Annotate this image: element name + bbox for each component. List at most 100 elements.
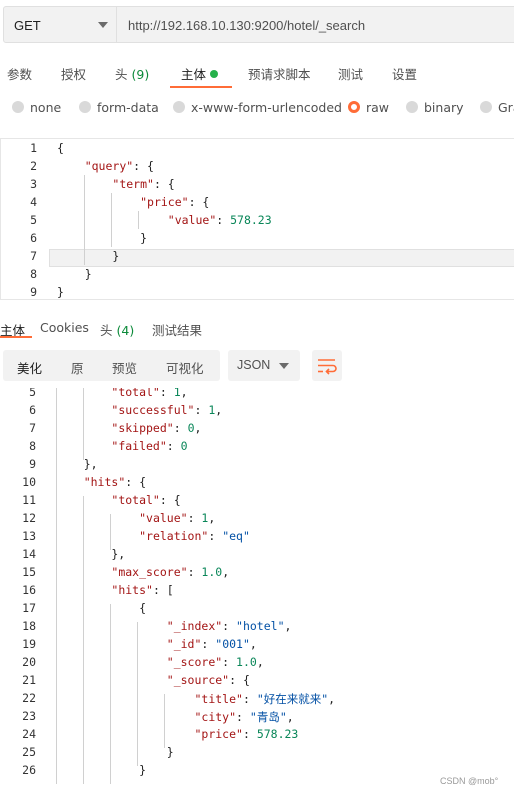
radio-graphql[interactable]: Gra (480, 100, 514, 115)
code-line: 7 } (1, 249, 514, 267)
code-line: 11 "total": { (0, 493, 514, 511)
tab-headers[interactable]: 头 (9) (115, 64, 149, 83)
line-number: 5 (30, 213, 37, 227)
line-number: 1 (30, 141, 37, 155)
code-line: 9 }, (0, 457, 514, 475)
tab-auth[interactable]: 授权 (61, 64, 86, 83)
tab-pre-request-script[interactable]: 预请求脚本 (248, 64, 311, 83)
radio-raw[interactable]: raw (348, 100, 389, 115)
view-visualize-button[interactable]: 可视化 (166, 358, 204, 377)
code-line: 16 "hits": [ (0, 583, 514, 601)
method-select[interactable]: GET (3, 6, 117, 43)
line-number: 22 (22, 691, 36, 705)
line-number: 19 (22, 637, 36, 651)
watermark: CSDN @mob° (440, 776, 499, 786)
code-line: 24 "price": 578.23 (0, 727, 514, 745)
chevron-down-icon (279, 363, 289, 369)
tab-settings[interactable]: 设置 (392, 64, 417, 83)
code-line: 13 "relation": "eq" (0, 529, 514, 547)
radio-off-icon (12, 101, 24, 113)
line-number: 8 (29, 439, 36, 453)
line-number: 20 (22, 655, 36, 669)
view-raw-button[interactable]: 原 (71, 358, 84, 377)
response-tabs: 主体 Cookies 头 (4) 测试结果 (0, 314, 514, 344)
line-code: "hits": { (83, 475, 147, 489)
line-code: }, (56, 457, 98, 471)
line-code: "price": 578.23 (194, 727, 299, 741)
line-number: 9 (30, 285, 37, 299)
wrap-lines-icon (318, 359, 337, 375)
radio-x-www-form-urlencoded[interactable]: x-www-form-urlencoded (173, 100, 342, 115)
format-select[interactable]: JSON (228, 350, 300, 381)
line-code: } (57, 249, 120, 263)
tab-body[interactable]: 主体 (181, 64, 219, 83)
line-code: "hits": [ (111, 583, 174, 597)
line-code: } (56, 763, 147, 777)
line-number: 7 (30, 249, 37, 263)
line-code: } (56, 745, 174, 759)
view-mode-segment: 美化 原 预览 可视化 (3, 350, 220, 381)
line-number: 6 (30, 231, 37, 245)
code-line: 25 } (0, 745, 514, 763)
view-pretty-button[interactable]: 美化 (17, 358, 42, 377)
line-code: "price": { (140, 195, 210, 209)
tab-test-results[interactable]: 测试结果 (152, 320, 202, 339)
code-line: 8 } (1, 267, 514, 285)
response-body-viewer[interactable]: 5 "total": 1, 6 "successful": 1, 7 "skippe… (0, 388, 514, 784)
tab-params[interactable]: 参数 (7, 64, 32, 83)
line-number: 5 (29, 388, 36, 399)
radio-none[interactable]: none (12, 100, 61, 115)
code-line: 17 { (0, 601, 514, 619)
request-tabs: 参数 授权 头 (9) 主体 预请求脚本 测试 设置 (0, 58, 514, 88)
line-code: "total": 1, (111, 388, 188, 399)
radio-binary[interactable]: binary (406, 100, 464, 115)
line-number: 15 (22, 565, 36, 579)
radio-off-icon (406, 101, 418, 113)
radio-on-icon (348, 101, 360, 113)
wrap-lines-button[interactable] (312, 350, 342, 381)
tab-tests[interactable]: 测试 (338, 64, 363, 83)
line-code: "skipped": 0, (111, 421, 202, 435)
code-line: 1{ (1, 141, 514, 159)
line-number: 16 (22, 583, 36, 597)
line-code: { (56, 601, 147, 615)
line-number: 9 (29, 457, 36, 471)
code-line: 8 "failed": 0 (0, 439, 514, 457)
view-preview-button[interactable]: 预览 (112, 358, 137, 377)
response-header-count: (4) (116, 323, 135, 338)
line-number: 8 (30, 267, 37, 281)
code-line: 9} (1, 285, 514, 303)
line-number: 4 (30, 195, 37, 209)
tab-response-headers[interactable]: 头 (4) (100, 320, 134, 339)
line-number: 7 (29, 421, 36, 435)
line-code: "_index": "hotel", (166, 619, 292, 633)
line-code: "_id": "001", (166, 637, 257, 651)
body-type-radios: none form-data x-www-form-urlencoded raw… (0, 96, 514, 122)
line-code: "value": 1, (139, 511, 216, 525)
line-number: 12 (22, 511, 36, 525)
code-line: 15 "max_score": 1.0, (0, 565, 514, 583)
url-input[interactable]: http://192.168.10.130:9200/hotel/_search (117, 6, 514, 43)
line-number: 25 (22, 745, 36, 759)
radio-form-data[interactable]: form-data (79, 100, 159, 115)
code-line: 22 "title": "好在来就来", (0, 691, 514, 709)
chevron-down-icon (98, 22, 108, 28)
url-text: http://192.168.10.130:9200/hotel/_search (128, 18, 366, 33)
request-body-editor[interactable]: 1{2 "query": {3 "term": {4 "price": { 5 "… (0, 138, 514, 300)
response-tab-underline (0, 336, 32, 338)
radio-off-icon (79, 101, 91, 113)
tab-cookies[interactable]: Cookies (40, 320, 89, 335)
line-number: 6 (29, 403, 36, 417)
line-code: }, (56, 547, 126, 561)
line-number: 18 (22, 619, 36, 633)
code-line: 12 "value": 1, (0, 511, 514, 529)
code-line: 14 }, (0, 547, 514, 565)
code-line: 5 "value": 578.23 (1, 213, 514, 231)
line-code: "city": "青岛", (194, 710, 294, 724)
code-line: 3 "term": { (1, 177, 514, 195)
line-number: 23 (22, 709, 36, 723)
line-code: "value": 578.23 (167, 213, 272, 227)
code-line: 2 "query": { (1, 159, 514, 177)
header-count: (9) (131, 67, 150, 82)
line-code: "_score": 1.0, (166, 655, 264, 669)
